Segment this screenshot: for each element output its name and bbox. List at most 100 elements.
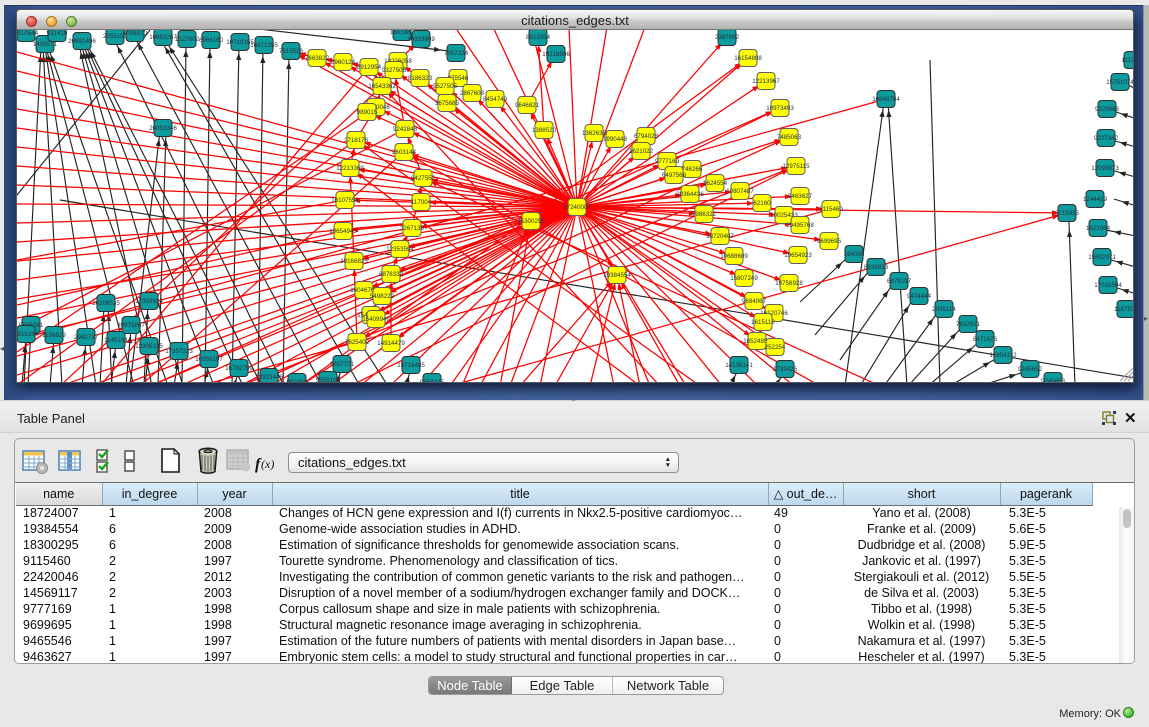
svg-text:7663822: 7663822 xyxy=(305,55,330,62)
svg-text:7515526: 7515526 xyxy=(279,48,304,55)
svg-text:8427552: 8427552 xyxy=(411,175,436,182)
svg-text:931419: 931419 xyxy=(47,30,68,37)
svg-text:12213967: 12213967 xyxy=(752,78,780,85)
svg-text:8878332: 8878332 xyxy=(379,271,404,278)
svg-text:9245653: 9245653 xyxy=(1041,378,1066,383)
svg-text:17016504: 17016504 xyxy=(1094,282,1122,289)
svg-text:9327505: 9327505 xyxy=(382,67,407,74)
svg-text:9463627: 9463627 xyxy=(788,193,813,200)
svg-text:20364436: 20364436 xyxy=(676,191,704,198)
svg-text:10807487: 10807487 xyxy=(726,188,754,195)
svg-text:12923446: 12923446 xyxy=(255,374,283,381)
svg-text:1621022: 1621022 xyxy=(629,148,654,155)
svg-text:1405571: 1405571 xyxy=(33,41,58,48)
svg-text:17359924: 17359924 xyxy=(135,298,163,305)
svg-text:1615112: 1615112 xyxy=(751,319,775,326)
svg-text:2603144: 2603144 xyxy=(392,149,417,156)
svg-text:9242848: 9242848 xyxy=(393,126,418,133)
svg-text:10653267: 10653267 xyxy=(149,34,177,41)
svg-text:3675685: 3675685 xyxy=(435,100,460,107)
svg-text:1167533: 1167533 xyxy=(1114,306,1134,313)
svg-text:19384554: 19384554 xyxy=(603,272,631,279)
svg-text:5498222: 5498222 xyxy=(370,293,395,300)
svg-text:15751074: 15751074 xyxy=(1106,79,1134,86)
svg-text:3915194: 3915194 xyxy=(17,331,39,338)
svg-text:2718176: 2718176 xyxy=(344,137,369,144)
svg-text:16154808: 16154808 xyxy=(734,55,762,62)
svg-text:1733426: 1733426 xyxy=(773,366,798,373)
svg-text:39975867: 39975867 xyxy=(117,322,145,329)
svg-text:1244419: 1244419 xyxy=(1083,196,1108,203)
svg-text:2942737: 2942737 xyxy=(74,334,99,341)
svg-text:8912954: 8912954 xyxy=(357,64,382,71)
svg-text:989015: 989015 xyxy=(357,109,378,116)
svg-text:18720407: 18720407 xyxy=(706,233,734,240)
svg-text:3215955: 3215955 xyxy=(1055,210,1080,217)
svg-text:19654923: 19654923 xyxy=(784,252,812,259)
svg-text:992450: 992450 xyxy=(287,379,308,383)
svg-text:20206535: 20206535 xyxy=(92,300,120,307)
svg-text:164095: 164095 xyxy=(844,251,865,258)
svg-text:7632621: 7632621 xyxy=(956,321,981,328)
svg-text:8938923: 8938923 xyxy=(864,264,889,271)
svg-text:1099370: 1099370 xyxy=(123,30,148,37)
svg-text:9474444: 9474444 xyxy=(907,293,932,300)
svg-text:9558107: 9558107 xyxy=(316,377,341,383)
svg-text:19495768: 19495768 xyxy=(786,222,814,229)
svg-text:2935114: 2935114 xyxy=(932,306,956,313)
svg-text:20691406: 20691406 xyxy=(68,38,96,45)
svg-text:252254: 252254 xyxy=(765,344,786,351)
svg-text:19654943: 19654943 xyxy=(329,228,357,235)
svg-text:9329966: 9329966 xyxy=(1095,106,1120,113)
svg-text:20053346: 20053346 xyxy=(149,125,177,132)
svg-text:1621064: 1621064 xyxy=(1086,225,1111,232)
svg-text:10688609: 10688609 xyxy=(720,253,748,260)
svg-text:12975115: 12975115 xyxy=(782,163,810,170)
svg-text:9657771: 9657771 xyxy=(330,361,355,368)
svg-text:17357223: 17357223 xyxy=(165,348,193,355)
svg-text:9646821: 9646821 xyxy=(515,102,540,109)
svg-text:12093873: 12093873 xyxy=(1091,165,1119,172)
svg-text:2387682: 2387682 xyxy=(715,34,740,41)
svg-text:62160: 62160 xyxy=(753,200,771,207)
svg-text:16033809: 16033809 xyxy=(407,36,435,43)
svg-text:1117207: 1117207 xyxy=(1121,57,1134,64)
svg-text:8186323: 8186323 xyxy=(408,75,433,82)
svg-text:7485063: 7485063 xyxy=(777,134,802,141)
svg-text:9115460: 9115460 xyxy=(819,206,843,213)
svg-text:16107554: 16107554 xyxy=(331,197,359,204)
svg-text:15807249: 15807249 xyxy=(730,275,758,282)
svg-text:117004: 117004 xyxy=(411,199,432,206)
svg-text:8813054: 8813054 xyxy=(526,34,551,41)
svg-text:1145194: 1145194 xyxy=(104,337,128,344)
svg-text:12353594: 12353594 xyxy=(386,246,414,253)
svg-text:16782759: 16782759 xyxy=(225,365,253,372)
svg-text:15409949: 15409949 xyxy=(362,316,390,323)
svg-text:(x): (x) xyxy=(261,457,274,471)
svg-text:9527505: 9527505 xyxy=(433,83,458,90)
svg-text:6794028: 6794028 xyxy=(634,133,659,140)
svg-text:16543362: 16543362 xyxy=(368,83,396,90)
svg-text:15692971: 15692971 xyxy=(1088,254,1116,261)
svg-text:1624554: 1624554 xyxy=(703,180,728,187)
svg-text:7957224: 7957224 xyxy=(444,50,469,57)
svg-text:15300255: 15300255 xyxy=(517,218,545,225)
svg-text:2867608: 2867608 xyxy=(460,90,485,97)
svg-text:16671355: 16671355 xyxy=(250,42,278,49)
svg-text:8960124: 8960124 xyxy=(331,59,356,66)
svg-text:1990448: 1990448 xyxy=(603,136,628,143)
svg-text:12905135: 12905135 xyxy=(135,343,163,350)
svg-text:8454749: 8454749 xyxy=(483,96,508,103)
svg-text:3267130: 3267130 xyxy=(400,225,425,232)
svg-text:1156829: 1156829 xyxy=(42,332,66,339)
svg-text:9699695: 9699695 xyxy=(817,238,842,245)
svg-text:6966160: 6966160 xyxy=(199,37,224,44)
svg-text:6879197: 6879197 xyxy=(887,278,912,285)
svg-text:10973493: 10973493 xyxy=(766,105,794,112)
svg-text:14914479: 14914479 xyxy=(377,340,405,347)
svg-text:16648784: 16648784 xyxy=(872,96,900,103)
svg-text:7986322: 7986322 xyxy=(692,211,717,218)
svg-text:9777169: 9777169 xyxy=(655,158,680,165)
svg-text:9227342: 9227342 xyxy=(1094,135,1119,142)
svg-text:15716485: 15716485 xyxy=(397,362,425,369)
